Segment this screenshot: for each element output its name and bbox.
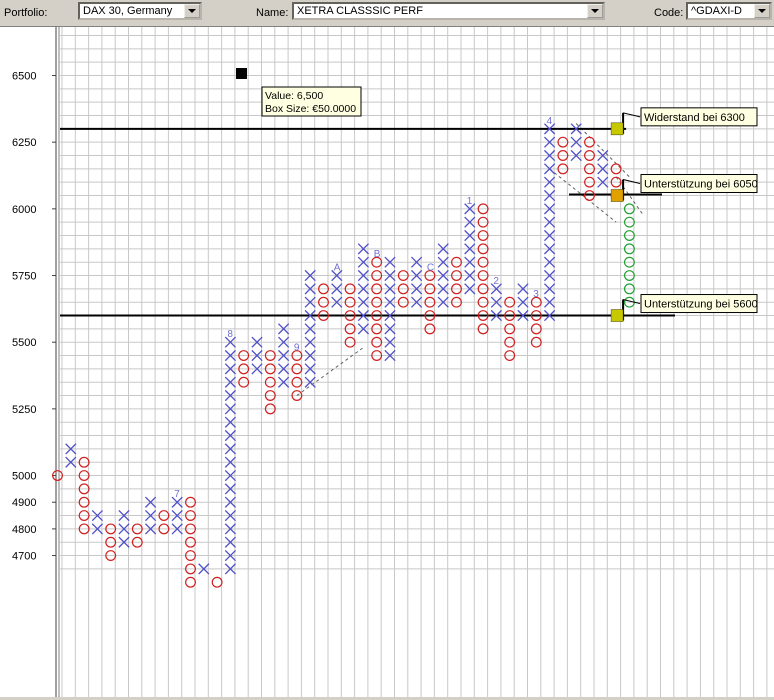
flag-box (610, 309, 624, 322)
pnf-column (384, 256, 396, 362)
column-marker: 2 (493, 276, 499, 287)
name-label: Name: (256, 7, 289, 19)
code-label: Code: (654, 7, 684, 19)
pnf-column: B (371, 249, 383, 361)
column-marker: A (334, 263, 341, 274)
pnf-column: 8 (224, 329, 237, 575)
flag-connector (622, 179, 641, 185)
chart-grid (0, 27, 774, 697)
chevron-down-icon[interactable] (184, 4, 200, 18)
annotation-flags: Widerstand bei 6300 Unterstützung bei 605… (610, 107, 758, 322)
column-marker: 9 (294, 343, 300, 354)
column-marker: 8 (227, 329, 233, 340)
pnf-column (410, 256, 423, 308)
pnf-column: 3 (530, 289, 542, 348)
o-mark (185, 576, 196, 588)
flag-connector (622, 299, 641, 305)
pnf-column: C (424, 263, 436, 335)
portfolio-label: Portfolio: (4, 7, 48, 19)
pnf-column: 2 (490, 276, 503, 322)
y-tick-label: 5750 (12, 271, 36, 283)
pnf-column: 7 (171, 489, 183, 535)
column-marker: 7 (174, 489, 180, 500)
flag-box (610, 189, 624, 202)
name-select[interactable]: XETRA CLASSSIC PERF (292, 2, 605, 20)
pnf-column (65, 443, 77, 468)
chart-marks: 7 8 9 A B C 1 2 3 4 (52, 68, 635, 588)
y-tick-label: 5500 (12, 337, 36, 349)
y-tick-label: 4700 (12, 551, 36, 563)
chevron-down-icon[interactable] (754, 4, 770, 18)
pnf-column (623, 203, 635, 308)
pnf-column (211, 576, 223, 588)
pnf-column: A (331, 263, 343, 308)
pnf-column (78, 456, 90, 535)
pnf-column (477, 203, 489, 335)
flag-box (610, 122, 624, 136)
y-tick-label: 6500 (12, 71, 36, 83)
portfolio-value: DAX 30, Germany (83, 5, 173, 17)
pnf-column (131, 523, 143, 548)
portfolio-select[interactable]: DAX 30, Germany (78, 2, 202, 20)
y-tick-label: 5000 (12, 471, 36, 483)
flag-label: Widerstand bei 6300 (644, 112, 745, 124)
value-tooltip: Value: 6,500Box Size: €50.0000 (261, 86, 362, 117)
chart-pane[interactable]: 6500 6250 6000 5750 5500 5250 5000 4900 4800 4700… (0, 26, 774, 697)
flag-label: Unterstützung bei 5600 (644, 299, 758, 311)
y-tick-label: 4800 (12, 524, 36, 536)
flag-label: Unterstützung bei 6050 (644, 179, 758, 191)
point-and-figure-chart[interactable]: 6500 6250 6000 5750 5500 5250 5000 4900 4800 4700… (0, 27, 774, 697)
column-marker: 4 (547, 116, 553, 127)
tooltip-value: Value: 6,500 (265, 90, 323, 102)
y-tick-label: 6000 (12, 204, 36, 216)
y-axis-area (0, 27, 60, 697)
code-select[interactable]: ^GDAXI-D (686, 2, 772, 20)
y-tick-label: 5250 (12, 404, 36, 416)
pnf-column (451, 256, 462, 308)
pnf-column (158, 510, 170, 535)
o-mark (211, 576, 223, 588)
chevron-down-icon[interactable] (587, 4, 603, 18)
pnf-column: 9 (291, 343, 303, 401)
toolbar: Portfolio: DAX 30, Germany Name: XETRA C… (0, 0, 774, 26)
tooltip-box-size: Box Size: €50.0000 (265, 103, 356, 115)
column-marker: 3 (533, 289, 539, 300)
pnf-column: 1 (464, 196, 476, 295)
y-tick-label: 4900 (12, 497, 36, 509)
column-marker: 1 (467, 196, 473, 207)
value-marker (236, 68, 247, 79)
y-tick-label: 6250 (12, 137, 36, 149)
column-marker: C (427, 263, 434, 274)
column-marker: B (374, 249, 381, 260)
code-value: ^GDAXI-D (691, 5, 742, 17)
name-value: XETRA CLASSSIC PERF (297, 5, 423, 17)
flag-connector (622, 112, 641, 118)
pnf-column: 4 (543, 116, 556, 322)
pnf-column (91, 509, 104, 535)
